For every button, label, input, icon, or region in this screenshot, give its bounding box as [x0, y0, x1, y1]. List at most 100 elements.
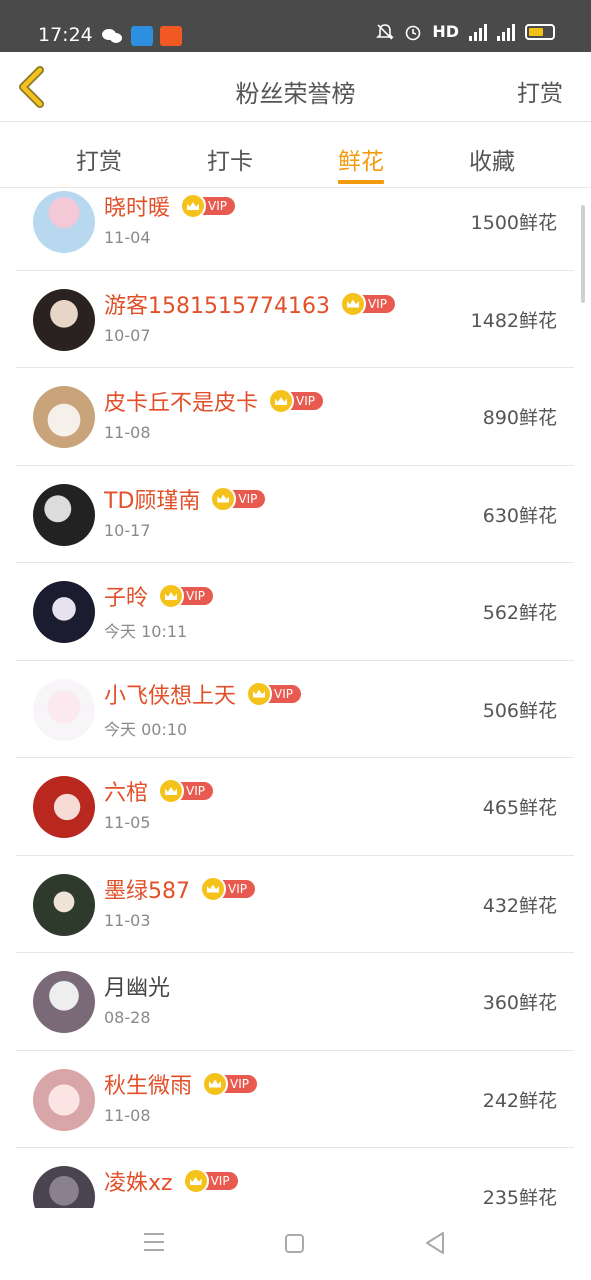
name-line: 小飞侠想上天 VIP [104, 679, 301, 709]
menu-icon[interactable] [144, 1233, 164, 1251]
fan-row[interactable]: 游客1581515774163 VIP 10-07 1482鲜花 [0, 271, 591, 369]
flower-amount: 360鲜花 [482, 992, 557, 1014]
vip-badge: VIP [200, 875, 255, 902]
header: 粉丝荣誉榜 打赏 [0, 52, 591, 122]
fan-list[interactable]: 晓时暖 VIP 11-04 1500鲜花游客1581515774163 VIP 10-07… [0, 188, 591, 1208]
crown-icon [180, 193, 207, 219]
name-line: 子昤 VIP [104, 581, 213, 611]
status-icons: HD [376, 22, 555, 41]
tab-reward[interactable]: 打赏 [54, 142, 144, 176]
scrollbar[interactable] [581, 205, 585, 303]
fan-date: 今天 00:10 [104, 719, 188, 739]
fan-list-content: 晓时暖 VIP 11-04 1500鲜花游客1581515774163 VIP 10-07… [0, 188, 591, 1208]
flower-amount: 465鲜花 [482, 797, 557, 819]
avatar[interactable] [33, 483, 95, 546]
vip-badge: VIP [202, 1070, 257, 1097]
fan-row[interactable]: 晓时暖 VIP 11-04 1500鲜花 [0, 188, 591, 271]
fan-name[interactable]: 月幽光 [104, 970, 170, 1002]
back-triangle-icon[interactable] [424, 1230, 446, 1256]
vip-badge: VIP [158, 778, 213, 804]
vip-badge: VIP [180, 193, 235, 219]
tab-flowers[interactable]: 鲜花 [316, 142, 406, 184]
name-line: 皮卡丘不是皮卡 VIP [104, 386, 323, 416]
fan-row[interactable]: 凌姝xz VIP 235鲜花 [0, 1148, 591, 1208]
fan-name[interactable]: 六棺 [104, 775, 148, 807]
fan-date: 今天 10:11 [104, 622, 188, 641]
crown-icon [246, 680, 273, 707]
fan-name[interactable]: 游客1581515774163 [104, 288, 330, 320]
fan-name[interactable]: 秋生微雨 [104, 1068, 192, 1100]
crown-icon [158, 583, 185, 609]
flower-amount: 1482鲜花 [470, 309, 557, 332]
crown-icon [200, 875, 226, 902]
tab-label: 收藏 [469, 149, 515, 175]
avatar[interactable] [33, 1068, 95, 1131]
system-nav-bar [0, 1208, 591, 1280]
fan-row[interactable]: 墨绿587 VIP 11-03 432鲜花 [0, 856, 591, 954]
avatar[interactable] [33, 971, 95, 1033]
signal-icon [469, 23, 487, 41]
battery-icon [525, 23, 555, 40]
fan-date: 11-05 [104, 813, 151, 832]
fan-row[interactable]: 月幽光 08-28 360鲜花 [0, 953, 591, 1051]
vip-badge: VIP [339, 290, 395, 317]
fan-row[interactable]: TD顾瑾南 VIP 10-17 630鲜花 [0, 466, 591, 564]
app-icon [160, 26, 182, 46]
fan-date: 11-04 [104, 228, 151, 247]
fan-row[interactable]: 秋生微雨 VIP 11-08 242鲜花 [0, 1051, 591, 1149]
vip-badge: VIP [158, 583, 213, 609]
flower-amount: 630鲜花 [482, 504, 557, 527]
flower-amount: 235鲜花 [482, 1187, 557, 1208]
page-title: 粉丝荣誉榜 [235, 80, 356, 108]
fan-row[interactable]: 子昤 VIP 今天 10:11 562鲜花 [0, 563, 591, 661]
name-line: 凌姝xz VIP [104, 1166, 238, 1196]
vip-badge: VIP [268, 388, 323, 414]
name-line: 六棺 VIP [104, 776, 213, 806]
fan-name[interactable]: 晓时暖 [104, 190, 170, 222]
avatar[interactable] [33, 678, 95, 741]
fan-date: 08-28 [104, 1008, 151, 1027]
avatar[interactable] [33, 386, 95, 448]
reward-button[interactable]: 打赏 [517, 74, 563, 108]
vip-badge: VIP [210, 485, 266, 512]
vip-badge: VIP [246, 680, 301, 707]
fan-name[interactable]: 小飞侠想上天 [104, 678, 236, 710]
fan-name[interactable]: 凌姝xz [104, 1165, 173, 1197]
tab-underline [338, 180, 384, 184]
name-line: 月幽光 [104, 971, 170, 1001]
fan-row[interactable]: 皮卡丘不是皮卡 VIP 11-08 890鲜花 [0, 368, 591, 466]
avatar[interactable] [33, 776, 95, 838]
status-bar: 17:24 HD [0, 0, 591, 52]
flower-amount: 242鲜花 [482, 1089, 557, 1112]
tab-label: 鲜花 [338, 149, 384, 175]
fan-date: 11-03 [104, 910, 151, 930]
name-line: TD顾瑾南 VIP [104, 483, 266, 515]
fan-date: 10-07 [104, 325, 151, 345]
avatar[interactable] [33, 191, 95, 253]
fan-name[interactable]: 皮卡丘不是皮卡 [104, 385, 258, 417]
fan-name[interactable]: TD顾瑾南 [104, 483, 200, 515]
home-icon[interactable] [285, 1234, 304, 1253]
fan-name[interactable]: 墨绿587 [104, 873, 190, 905]
tab-label: 打卡 [207, 149, 253, 175]
fan-row[interactable]: 六棺 VIP 11-05 465鲜花 [0, 758, 591, 856]
fan-date: 11-08 [104, 1105, 151, 1125]
name-line: 游客1581515774163 VIP [104, 289, 395, 319]
flower-amount: 1500鲜花 [470, 212, 557, 234]
tab-favorites[interactable]: 收藏 [447, 142, 537, 176]
avatar[interactable] [33, 1166, 95, 1208]
alarm-icon [406, 25, 421, 40]
avatar[interactable] [33, 288, 95, 351]
fan-name[interactable]: 子昤 [104, 580, 148, 612]
status-time: 17:24 [38, 24, 93, 46]
crown-icon [268, 388, 295, 414]
mute-bell-icon [376, 23, 395, 40]
vip-badge: VIP [182, 1168, 238, 1194]
wechat-icon [102, 26, 124, 46]
crown-icon [202, 1070, 229, 1097]
name-line: 秋生微雨 VIP [104, 1069, 257, 1099]
avatar[interactable] [33, 873, 95, 936]
tab-checkin[interactable]: 打卡 [185, 142, 275, 176]
fan-row[interactable]: 小飞侠想上天 VIP 今天 00:10 506鲜花 [0, 661, 591, 759]
avatar[interactable] [33, 581, 95, 643]
